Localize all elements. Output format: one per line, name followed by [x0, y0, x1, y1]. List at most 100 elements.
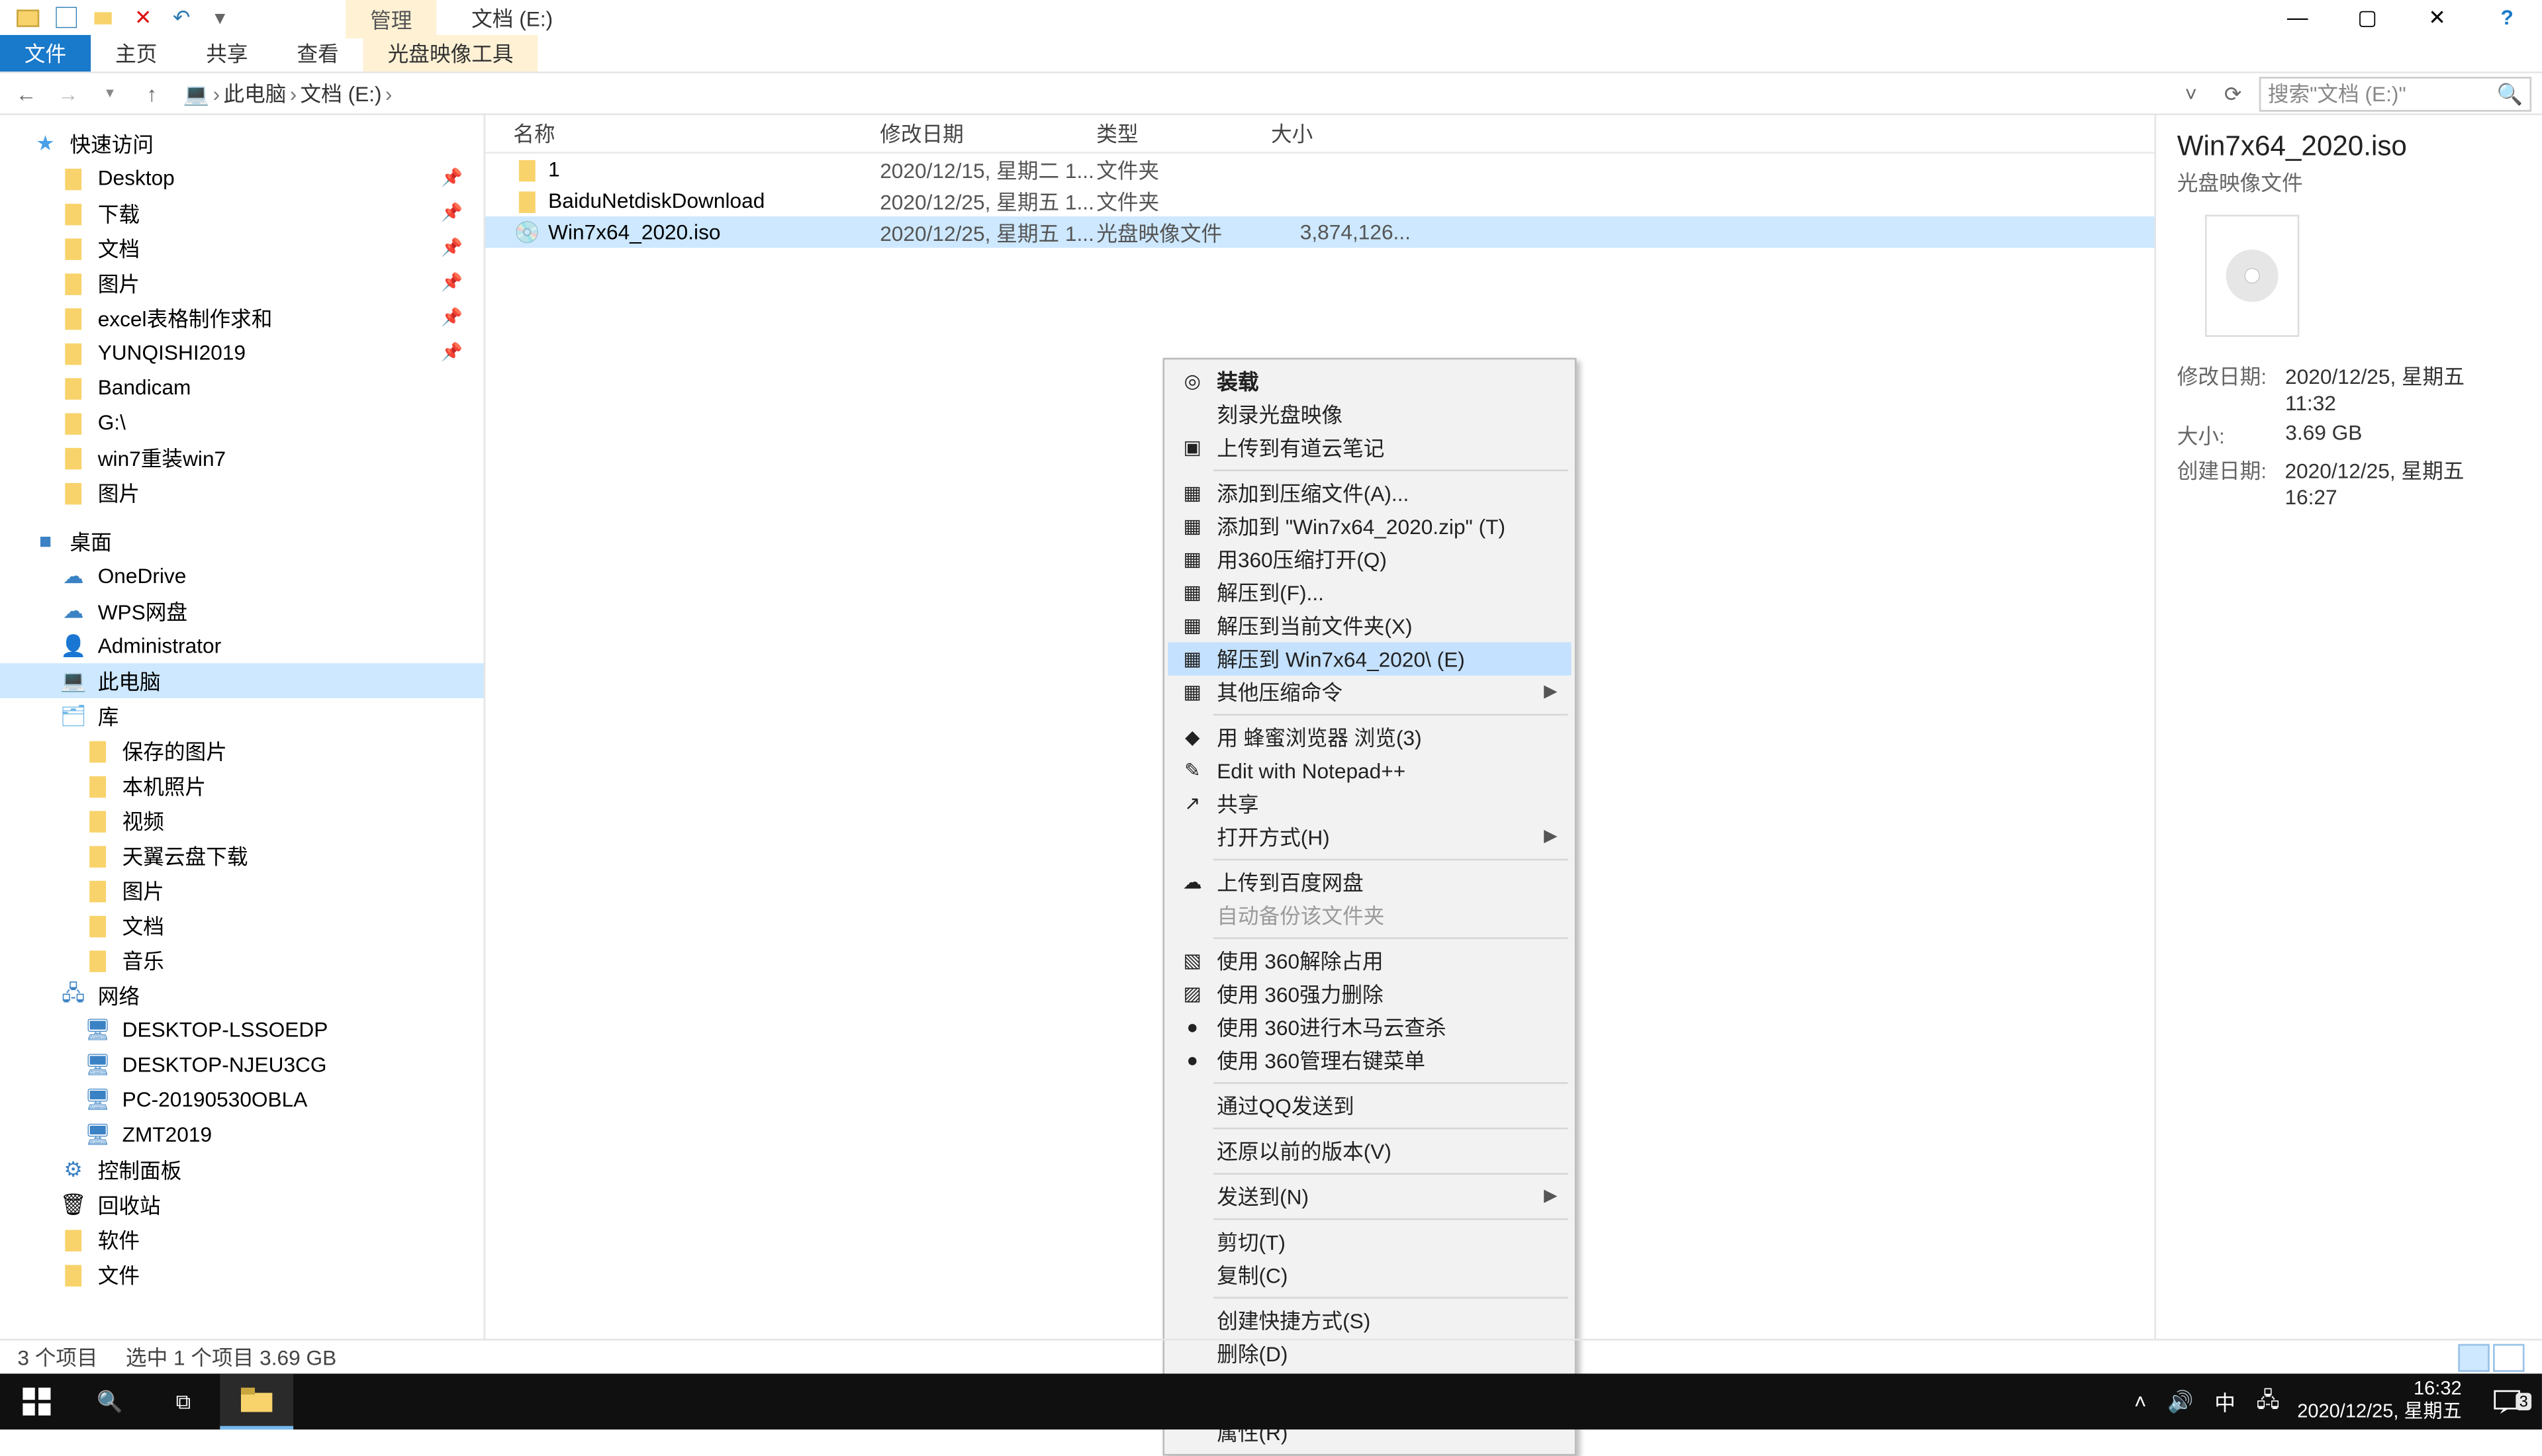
- nav-item[interactable]: ▇图片: [0, 475, 484, 510]
- context-menu-item[interactable]: ◎装载: [1168, 365, 1571, 398]
- nav-item[interactable]: 🗂库: [0, 698, 484, 733]
- nav-item[interactable]: ▇天翼云盘下载: [0, 838, 484, 873]
- nav-item[interactable]: ☁WPS网盘: [0, 594, 484, 629]
- tab-view[interactable]: 查看: [273, 35, 363, 71]
- context-menu-item[interactable]: ▦解压到当前文件夹(X): [1168, 609, 1571, 642]
- up-button[interactable]: ↑: [136, 81, 167, 106]
- file-row[interactable]: ▇12020/12/15, 星期二 1...文件夹: [485, 154, 2154, 185]
- qat-properties-icon[interactable]: [49, 2, 84, 33]
- nav-item[interactable]: ▇YUNQISHI2019📌: [0, 335, 484, 370]
- nav-item[interactable]: 👤Administrator: [0, 628, 484, 663]
- search-button[interactable]: 🔍: [73, 1374, 147, 1430]
- start-button[interactable]: [0, 1374, 73, 1430]
- nav-item[interactable]: ▇图片: [0, 873, 484, 908]
- nav-item[interactable]: ▇音乐: [0, 942, 484, 978]
- nav-item[interactable]: ▇下载📌: [0, 195, 484, 230]
- nav-item[interactable]: 🗑回收站: [0, 1187, 484, 1222]
- nav-item[interactable]: 💻此电脑: [0, 663, 484, 698]
- contextual-tab[interactable]: 管理: [346, 0, 436, 38]
- nav-item[interactable]: ▇win7重装win7: [0, 440, 484, 475]
- nav-item[interactable]: ▇excel表格制作求和📌: [0, 300, 484, 336]
- col-type[interactable]: 类型: [1096, 118, 1271, 148]
- minimize-button[interactable]: —: [2263, 0, 2332, 35]
- task-view-button[interactable]: ⧉: [147, 1374, 220, 1430]
- nav-item[interactable]: ▇Desktop📌: [0, 161, 484, 196]
- context-menu-item[interactable]: 打开方式(H)▶: [1168, 821, 1571, 854]
- nav-item[interactable]: 🖥ZMT2019: [0, 1117, 484, 1152]
- column-headers[interactable]: 名称 修改日期 类型 大小: [485, 115, 2154, 154]
- view-thumbnails-button[interactable]: [2493, 1343, 2524, 1371]
- context-menu-item[interactable]: ▦解压到 Win7x64_2020\ (E): [1168, 643, 1571, 676]
- context-menu-item[interactable]: ▦解压到(F)...: [1168, 576, 1571, 609]
- context-menu-item[interactable]: 复制(C): [1168, 1258, 1571, 1291]
- volume-icon[interactable]: 🔊: [2167, 1389, 2193, 1414]
- context-menu-item[interactable]: ☁上传到百度网盘: [1168, 866, 1571, 899]
- nav-item[interactable]: ▇文件: [0, 1257, 484, 1292]
- help-button[interactable]: ?: [2472, 0, 2541, 35]
- col-date[interactable]: 修改日期: [880, 118, 1096, 148]
- context-menu-item[interactable]: 还原以前的版本(V): [1168, 1134, 1571, 1167]
- context-menu-item[interactable]: ▨使用 360强力删除: [1168, 978, 1571, 1011]
- network-icon[interactable]: 🖧: [2257, 1383, 2280, 1420]
- nav-desktop-root[interactable]: ■ 桌面: [0, 523, 484, 559]
- context-menu-item[interactable]: ●使用 360进行木马云查杀: [1168, 1011, 1571, 1044]
- back-button[interactable]: ←: [11, 81, 42, 106]
- context-menu-item[interactable]: ◆用 蜂蜜浏览器 浏览(3): [1168, 721, 1571, 754]
- nav-item[interactable]: 🖥PC-20190530OBLA: [0, 1082, 484, 1117]
- qat-undo-icon[interactable]: ↶: [164, 2, 199, 33]
- nav-item[interactable]: ▇软件: [0, 1222, 484, 1257]
- address-dropdown[interactable]: ˅: [2175, 81, 2206, 106]
- nav-item[interactable]: 🖥DESKTOP-LSSOEDP: [0, 1013, 484, 1048]
- recent-dropdown[interactable]: ▾: [94, 84, 125, 103]
- qat-customize-icon[interactable]: ▾: [203, 2, 238, 33]
- tab-home[interactable]: 主页: [91, 35, 181, 71]
- breadcrumb-item[interactable]: 此电脑: [223, 79, 286, 109]
- tab-file[interactable]: 文件: [0, 35, 91, 71]
- nav-item[interactable]: ▇保存的图片: [0, 733, 484, 768]
- col-name[interactable]: 名称: [513, 118, 880, 148]
- action-center-button[interactable]: 3: [2472, 1386, 2541, 1417]
- nav-item[interactable]: 🖥DESKTOP-NJEU3CG: [0, 1047, 484, 1082]
- nav-item[interactable]: 🖧网络: [0, 978, 484, 1013]
- nav-item[interactable]: ☁OneDrive: [0, 559, 484, 594]
- nav-item[interactable]: ⚙控制面板: [0, 1152, 484, 1187]
- forward-button[interactable]: →: [52, 81, 83, 106]
- context-menu-item[interactable]: 剪切(T): [1168, 1225, 1571, 1258]
- file-row[interactable]: ▇BaiduNetdiskDownload2020/12/25, 星期五 1..…: [485, 185, 2154, 216]
- context-menu-item[interactable]: ▦添加到 "Win7x64_2020.zip" (T): [1168, 510, 1571, 543]
- nav-item[interactable]: ▇G:\: [0, 405, 484, 440]
- context-menu-item[interactable]: ↗共享: [1168, 787, 1571, 820]
- context-menu-item[interactable]: 创建快捷方式(S): [1168, 1304, 1571, 1337]
- qat-delete-icon[interactable]: ✕: [126, 2, 161, 33]
- nav-item[interactable]: ▇视频: [0, 803, 484, 838]
- nav-item[interactable]: ▇文档📌: [0, 230, 484, 265]
- nav-item[interactable]: ▇Bandicam: [0, 370, 484, 405]
- tab-share[interactable]: 共享: [181, 35, 272, 71]
- context-menu-item[interactable]: 发送到(N)▶: [1168, 1180, 1571, 1213]
- nav-item[interactable]: ▇图片📌: [0, 265, 484, 300]
- close-button[interactable]: ✕: [2402, 0, 2472, 35]
- context-menu-item[interactable]: ▦用360压缩打开(Q): [1168, 543, 1571, 576]
- context-menu-item[interactable]: 刻录光盘映像: [1168, 398, 1571, 431]
- qat-newfolder-icon[interactable]: [87, 2, 122, 33]
- context-menu-item[interactable]: ✎Edit with Notepad++: [1168, 754, 1571, 787]
- nav-item[interactable]: ▇本机照片: [0, 768, 484, 803]
- context-menu-item[interactable]: ▦其他压缩命令▶: [1168, 676, 1571, 709]
- tab-iso-tools[interactable]: 光盘映像工具: [363, 35, 538, 71]
- tray-overflow-icon[interactable]: ˄: [2134, 1389, 2147, 1414]
- context-menu-item[interactable]: ▣上传到有道云笔记: [1168, 431, 1571, 464]
- col-size[interactable]: 大小: [1271, 118, 1411, 148]
- breadcrumb[interactable]: 💻 › 此电脑 › 文档 (E:) ›: [178, 76, 2165, 111]
- context-menu-item[interactable]: ●使用 360管理右键菜单: [1168, 1044, 1571, 1077]
- context-menu-item[interactable]: ▧使用 360解除占用: [1168, 944, 1571, 978]
- context-menu-item[interactable]: ▦添加到压缩文件(A)...: [1168, 477, 1571, 510]
- ime-indicator[interactable]: 中: [2214, 1387, 2236, 1416]
- file-explorer-taskbar[interactable]: [220, 1374, 293, 1430]
- breadcrumb-item[interactable]: 文档 (E:): [301, 79, 382, 109]
- file-row[interactable]: 💿Win7x64_2020.iso2020/12/25, 星期五 1...光盘映…: [485, 216, 2154, 248]
- search-input[interactable]: 搜索"文档 (E:)" 🔍: [2259, 76, 2531, 111]
- view-details-button[interactable]: [2458, 1343, 2489, 1371]
- nav-item[interactable]: ▇文档: [0, 907, 484, 942]
- maximize-button[interactable]: ▢: [2332, 0, 2402, 35]
- refresh-button[interactable]: ⟳: [2217, 81, 2248, 106]
